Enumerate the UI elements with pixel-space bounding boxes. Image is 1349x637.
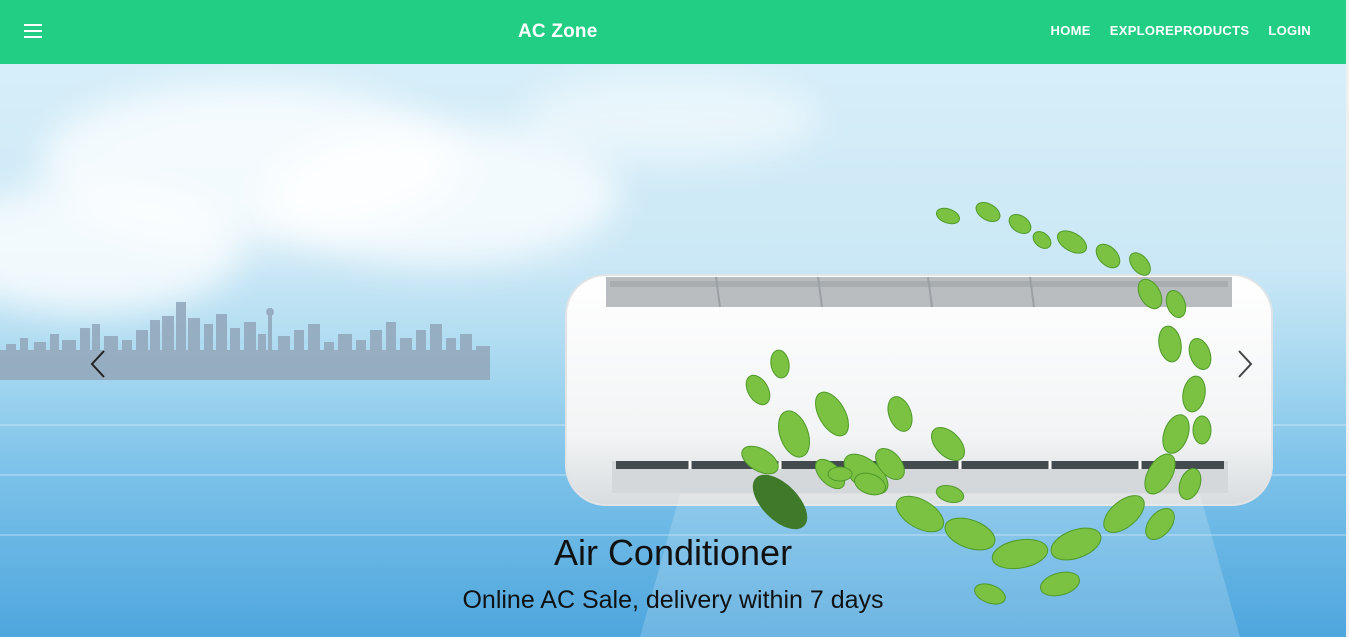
top-navbar: AC Zone HOME EXPLOREPRODUCTS LOGIN (0, 0, 1346, 64)
slide-subtitle: Online AC Sale, delivery within 7 days (462, 586, 884, 614)
chevron-left-icon (90, 350, 105, 378)
nav-link-home[interactable]: HOME (1051, 23, 1091, 38)
slide-title: Air Conditioner (553, 532, 793, 573)
hamburger-menu-icon[interactable] (24, 24, 42, 38)
brand-title[interactable]: AC Zone (518, 21, 598, 43)
hero-carousel: Air Conditioner Online AC Sale, delivery… (0, 64, 1346, 637)
carousel-prev-button[interactable] (84, 347, 112, 381)
carousel-next-button[interactable] (1231, 347, 1259, 381)
nav-link-login[interactable]: LOGIN (1268, 23, 1311, 38)
cloud (520, 74, 820, 164)
city-skyline-illustration (0, 302, 490, 380)
nav-links: HOME EXPLOREPRODUCTS LOGIN (1051, 23, 1311, 38)
chevron-right-icon (1238, 350, 1253, 378)
nav-link-explore-products[interactable]: EXPLOREPRODUCTS (1110, 23, 1250, 38)
